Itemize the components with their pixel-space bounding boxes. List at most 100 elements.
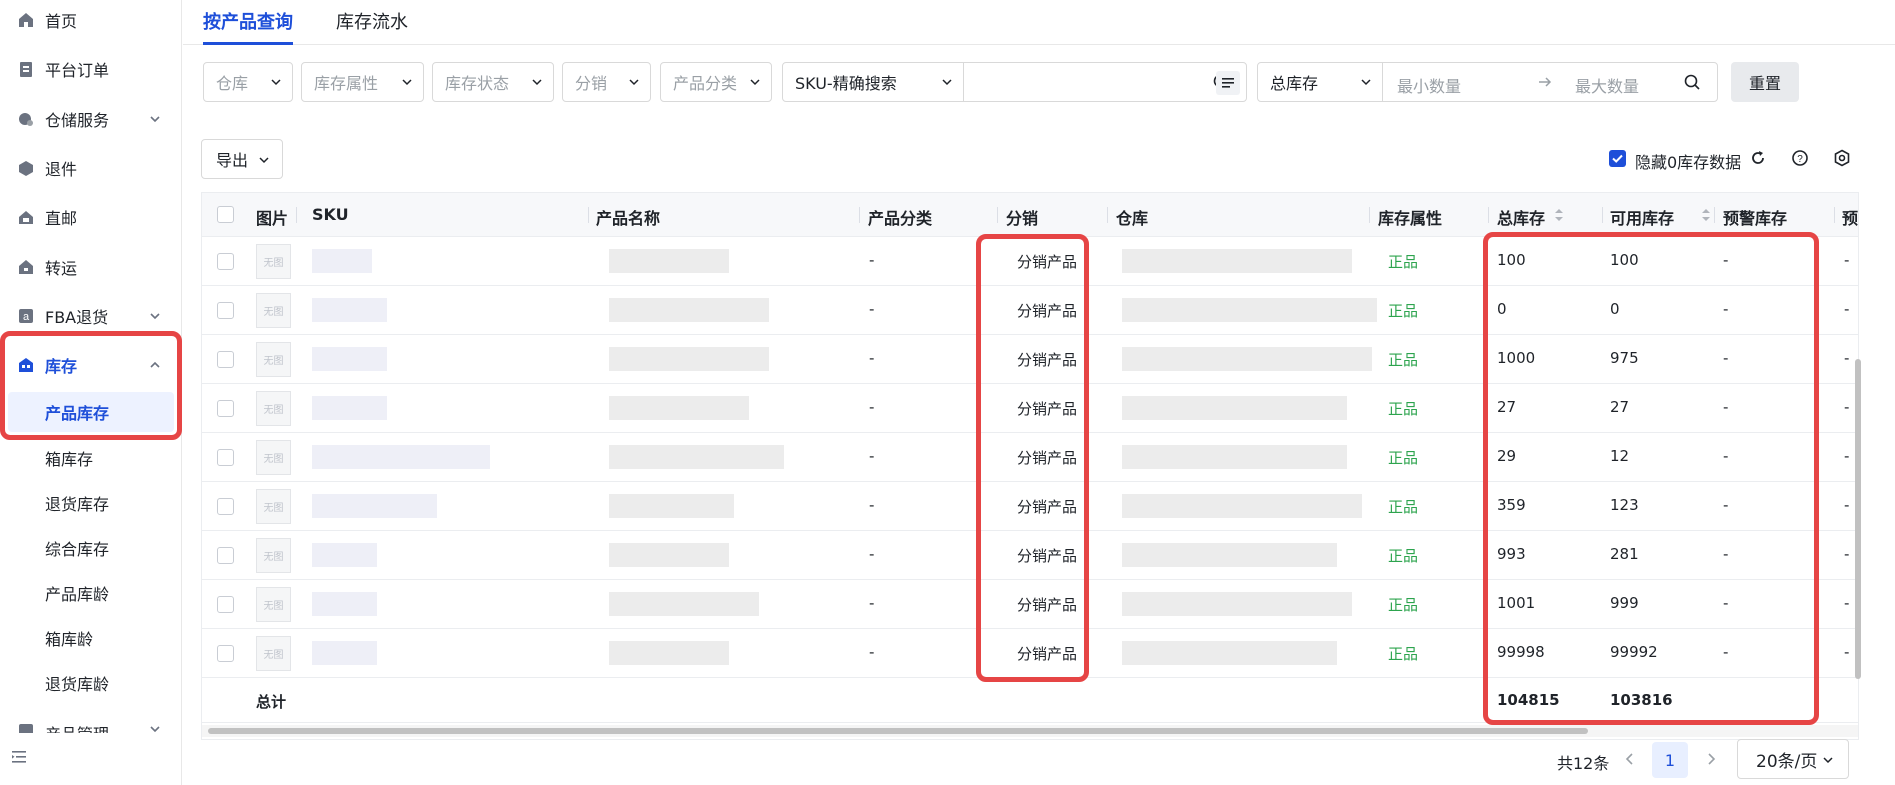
col-header-category[interactable]: 产品分类: [868, 205, 932, 229]
page-size-select[interactable]: 20条/页: [1737, 739, 1849, 779]
sidebar-item-product-management[interactable]: 产品管理: [0, 713, 182, 733]
collapse-menu-icon[interactable]: [10, 748, 28, 766]
search-mode-select[interactable]: SKU-精确搜索: [782, 62, 964, 102]
sidebar-subitem-label: 退货库存: [45, 495, 110, 514]
category-select[interactable]: 产品分类: [660, 62, 772, 102]
row-checkbox[interactable]: [217, 547, 234, 564]
hide-zero-checkbox[interactable]: [1609, 150, 1626, 167]
reset-button[interactable]: 重置: [1731, 62, 1799, 102]
product-thumbnail: 无图: [256, 489, 291, 524]
vertical-scrollbar[interactable]: [1854, 359, 1862, 679]
sidebar-subitem-return-age[interactable]: 退货库龄: [0, 663, 182, 703]
sidebar-subitem-return-inventory[interactable]: 退货库存: [0, 483, 182, 523]
sidebar-item-label: FBA退货: [45, 308, 109, 327]
sidebar-item-orders[interactable]: 平台订单: [0, 49, 182, 89]
stock-attr-select[interactable]: 库存属性: [301, 62, 424, 102]
sidebar-item-warehouse-service[interactable]: 仓储服务: [0, 99, 182, 139]
svg-text:?: ?: [1797, 154, 1803, 165]
chevron-down-icon: [628, 76, 640, 88]
col-header-available-stock[interactable]: 可用库存: [1610, 205, 1674, 229]
row-checkbox[interactable]: [217, 498, 234, 515]
thumbnail-placeholder: 无图: [263, 552, 284, 563]
max-qty-input[interactable]: 最大数量: [1575, 73, 1639, 97]
warehouse-select-label: 仓库: [216, 74, 249, 93]
product-icon: [16, 719, 36, 733]
vertical-scrollbar-thumb[interactable]: [1855, 359, 1861, 679]
sidebar-item-transfer[interactable]: 转运: [0, 247, 182, 287]
row-checkbox[interactable]: [217, 596, 234, 613]
category-cell: -: [869, 349, 875, 367]
sidebar-subitem-box-age[interactable]: 箱库龄: [0, 618, 182, 658]
tab-stock-ledger[interactable]: 库存流水: [336, 8, 408, 45]
category-cell: -: [869, 447, 875, 465]
col-header-warning-stock[interactable]: 预警库存: [1723, 205, 1787, 229]
table-header: 图片 SKU 产品名称 产品分类 分销 仓库 库存属性 总库存 可用库存 预警库…: [202, 193, 1858, 237]
warning-cell: -: [1844, 398, 1850, 416]
horizontal-scrollbar[interactable]: [202, 725, 1858, 737]
category-cell: -: [869, 300, 875, 318]
batch-search-icon[interactable]: [1216, 71, 1240, 95]
col-separator: [588, 207, 589, 223]
col-header-distribution[interactable]: 分销: [1006, 205, 1038, 229]
sku-redacted: [312, 543, 377, 567]
row-checkbox[interactable]: [217, 351, 234, 368]
product-thumbnail: 无图: [256, 342, 291, 377]
main-area: 按产品查询 库存流水 仓库 库存属性 库存状态 分销 产品分类 SKU-精确搜索: [183, 0, 1895, 785]
col-header-sku[interactable]: SKU: [312, 205, 349, 224]
horizontal-scrollbar-thumb[interactable]: [208, 728, 1588, 734]
qty-type-select[interactable]: 总库存: [1257, 62, 1383, 102]
sidebar-subitem-box-inventory[interactable]: 箱库存: [0, 438, 182, 478]
help-icon[interactable]: ?: [1791, 149, 1809, 167]
row-checkbox[interactable]: [217, 645, 234, 662]
min-qty-input[interactable]: 最小数量: [1397, 73, 1461, 97]
chevron-down-icon: [531, 76, 543, 88]
export-button[interactable]: 导出: [201, 139, 283, 179]
sku-redacted: [312, 494, 437, 518]
refresh-icon[interactable]: [1749, 149, 1767, 167]
stock-attr-cell: 正品: [1388, 351, 1419, 369]
sort-icon[interactable]: [1554, 208, 1564, 222]
warning-cell: -: [1844, 643, 1850, 661]
col-header-warehouse[interactable]: 仓库: [1116, 205, 1148, 229]
page-number-1[interactable]: 1: [1652, 742, 1688, 778]
search-icon[interactable]: [1683, 73, 1701, 91]
sidebar-item-label: 平台订单: [45, 61, 110, 80]
col-header-stock-attr[interactable]: 库存属性: [1378, 205, 1442, 229]
sidebar-item-direct-mail[interactable]: 直邮: [0, 197, 182, 237]
sidebar-item-returns[interactable]: 退件: [0, 148, 182, 188]
sku-search-input[interactable]: [963, 62, 1247, 102]
sidebar-subitem-combined-inventory[interactable]: 综合库存: [0, 528, 182, 568]
sidebar-item-home[interactable]: 首页: [0, 0, 182, 40]
sort-icon[interactable]: [1701, 208, 1711, 222]
product-thumbnail: 无图: [256, 293, 291, 328]
sidebar-subitem-label: 退货库龄: [45, 675, 110, 694]
sidebar-item-fba-returns[interactable]: a FBA退货: [0, 296, 182, 336]
warehouse-redacted: [1122, 592, 1352, 616]
content-panel: 导出 隐藏0库存数据 ? 图片 SKU 产品名称 产品分类 分销 仓库 库存属性…: [183, 119, 1895, 785]
clipboard-icon: [16, 59, 36, 79]
select-all-checkbox[interactable]: [217, 206, 234, 223]
warehouse-select[interactable]: 仓库: [203, 62, 293, 102]
col-header-warning[interactable]: 预警: [1842, 205, 1858, 229]
sidebar-item-label: 产品管理: [45, 721, 109, 733]
sidebar: 首页 平台订单 仓储服务 退件 直邮 转运 a FBA退货 库存 产品库存 箱库…: [0, 0, 182, 785]
next-page-icon[interactable]: [1704, 751, 1718, 767]
tab-by-product[interactable]: 按产品查询: [203, 8, 293, 45]
column-settings-icon[interactable]: [1833, 149, 1851, 167]
row-checkbox[interactable]: [217, 253, 234, 270]
distribution-select[interactable]: 分销: [562, 62, 651, 102]
col-header-product-name[interactable]: 产品名称: [596, 205, 660, 229]
col-header-total-stock[interactable]: 总库存: [1497, 205, 1545, 229]
warning-cell: -: [1844, 447, 1850, 465]
qty-range-input[interactable]: 最小数量 最大数量: [1382, 62, 1718, 102]
row-checkbox[interactable]: [217, 449, 234, 466]
prev-page-icon[interactable]: [1623, 751, 1637, 767]
row-checkbox[interactable]: [217, 400, 234, 417]
chevron-down-icon: [401, 76, 413, 88]
stock-status-select[interactable]: 库存状态: [432, 62, 554, 102]
sidebar-subitem-product-age[interactable]: 产品库龄: [0, 573, 182, 613]
product-thumbnail: 无图: [256, 538, 291, 573]
row-checkbox[interactable]: [217, 302, 234, 319]
warehouse-redacted: [1122, 396, 1347, 420]
sku-redacted: [312, 249, 372, 273]
